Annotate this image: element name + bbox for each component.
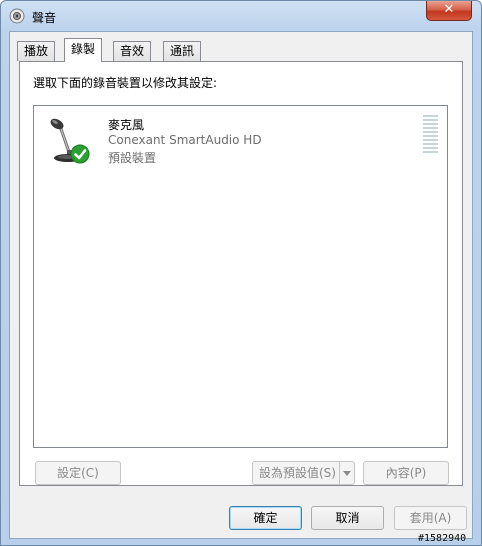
level-meter <box>423 115 438 155</box>
device-driver: Conexant SmartAudio HD <box>108 133 262 147</box>
recording-panel: 選取下面的錄音裝置以修改其設定: 麥克風 Conexant SmartAudio… <box>19 61 463 486</box>
close-button[interactable]: ✕ <box>426 1 472 21</box>
set-default-dropdown[interactable] <box>339 462 354 484</box>
default-check-icon <box>70 144 90 164</box>
sound-dialog-window: 聲音 ✕ 播放 錄製 音效 通訊 選取下面的錄音裝置以修改其設定: 麥克風 Co… <box>0 0 482 546</box>
close-icon: ✕ <box>443 2 455 17</box>
set-default-label: 設為預設值(S) <box>259 466 336 480</box>
window-title: 聲音 <box>32 11 57 25</box>
instruction-label: 選取下面的錄音裝置以修改其設定: <box>33 76 218 90</box>
configure-button[interactable]: 設定(C) <box>35 461 121 485</box>
tab-playback[interactable]: 播放 <box>17 41 56 61</box>
device-name: 麥克風 <box>108 118 145 132</box>
cancel-button[interactable]: 取消 <box>311 506 384 530</box>
tab-communications[interactable]: 通訊 <box>163 41 202 61</box>
ok-button[interactable]: 確定 <box>229 506 302 530</box>
device-list[interactable]: 麥克風 Conexant SmartAudio HD 預設裝置 <box>33 105 448 448</box>
microphone-icon <box>50 118 90 164</box>
set-default-button[interactable]: 設為預設值(S) <box>252 461 355 485</box>
device-status: 預設裝置 <box>108 151 157 165</box>
watermark-text: #1582940 <box>418 533 467 544</box>
tab-recording[interactable]: 錄製 <box>64 38 103 62</box>
properties-button[interactable]: 內容(P) <box>363 461 449 485</box>
title-bar[interactable]: 聲音 ✕ <box>1 1 481 31</box>
apply-button[interactable]: 套用(A) <box>394 506 467 530</box>
speaker-icon <box>9 8 25 24</box>
tab-sounds[interactable]: 音效 <box>113 41 152 61</box>
chevron-down-icon <box>343 471 351 476</box>
dialog-client-area: 播放 錄製 音效 通訊 選取下面的錄音裝置以修改其設定: 麥克風 Conexan… <box>9 31 473 539</box>
